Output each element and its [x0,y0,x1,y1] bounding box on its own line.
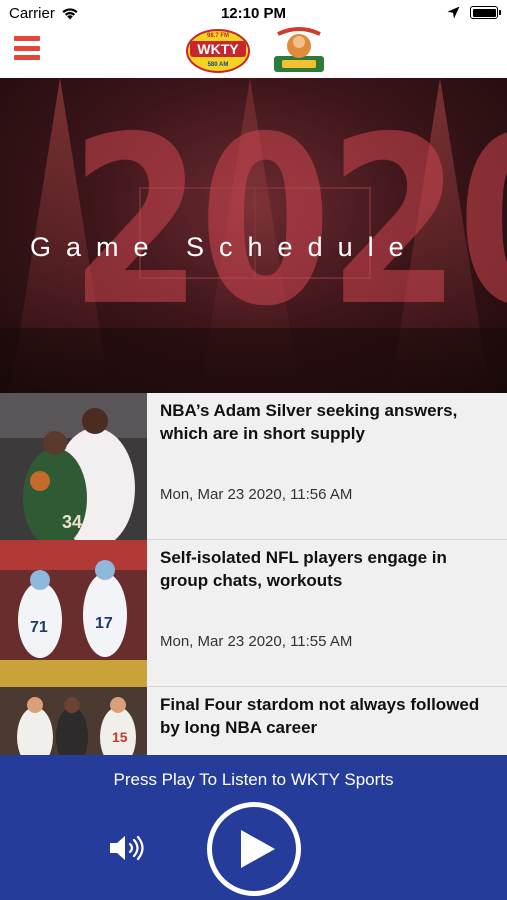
news-list: 34 NBA’s Adam Silver seeking answers, wh… [0,393,507,755]
svg-text:15: 15 [112,729,128,745]
status-time: 12:10 PM [220,5,287,22]
status-right [447,6,501,19]
hamburger-menu-icon[interactable] [14,36,40,60]
mv-sports-logo[interactable] [272,26,326,74]
news-headline: NBA’s Adam Silver seeking answers, which… [160,401,458,443]
news-item[interactable]: 34 NBA’s Adam Silver seeking answers, wh… [0,393,507,540]
location-arrow-icon [447,6,460,19]
wkty-frequency-text: 98.7 FM [207,33,229,39]
speaker-volume-icon[interactable] [108,833,146,863]
news-headline: Self-isolated NFL players engage in grou… [160,548,447,590]
svg-text:71: 71 [30,619,48,636]
battery-icon [470,6,501,19]
hero-year: 2020 [70,87,507,357]
wkty-logo-text: WKTY [197,41,239,57]
play-button[interactable] [207,802,301,896]
audio-player: Press Play To Listen to WKTY Sports [0,755,507,900]
news-item[interactable]: 71 17 Self-isolated NFL players engage i… [0,540,507,687]
svg-text:17: 17 [95,615,113,632]
wkty-tagline-text: 580 AM [208,62,229,68]
wkty-station-logo[interactable]: 98.7 FM WKTY 580 AM [185,26,251,74]
play-icon [241,830,275,868]
news-thumbnail: 34 [0,393,147,540]
news-date: Mon, Mar 23 2020, 11:56 AM [160,486,353,503]
game-schedule-banner[interactable]: 2020 Game Schedule [0,78,507,393]
status-bar: Carrier 12:10 PM [0,0,507,26]
news-thumbnail: 71 17 [0,540,147,687]
news-thumbnail: 15 [0,687,147,755]
news-headline: Final Four stardom not always followed b… [160,695,480,737]
news-date: Mon, Mar 23 2020, 11:55 AM [160,633,353,650]
svg-text:34: 34 [62,512,82,532]
news-item[interactable]: 15 Final Four stardom not always followe… [0,687,507,755]
app-header: 98.7 FM WKTY 580 AM [0,26,507,78]
hero-title: Game Schedule [30,232,419,262]
player-label: Press Play To Listen to WKTY Sports [113,770,394,789]
